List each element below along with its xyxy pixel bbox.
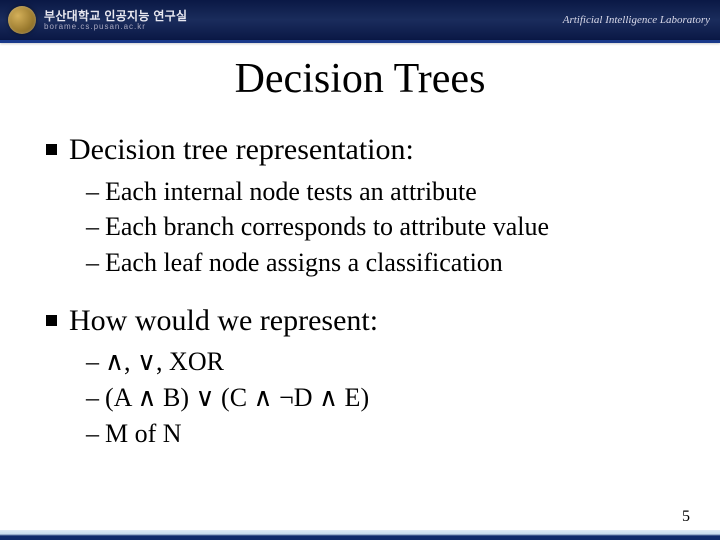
list-item: – Each internal node tests an attribute	[86, 175, 682, 209]
item-text: Each leaf node assigns a classification	[105, 246, 503, 280]
item-text: (A ∧ B) ∨ (C ∧ ¬D ∧ E)	[105, 381, 369, 415]
list-item: – M of N	[86, 417, 682, 451]
bullet-square-icon	[46, 144, 57, 155]
slide-header: 부산대학교 인공지능 연구실 borame.cs.pusan.ac.kr Art…	[0, 0, 720, 40]
dash-icon: –	[86, 210, 99, 244]
university-logo-icon	[8, 6, 36, 34]
section-2-text: How would we represent:	[69, 302, 378, 340]
dash-icon: –	[86, 345, 99, 379]
footer-band	[0, 530, 720, 540]
header-text-block: 부산대학교 인공지능 연구실 borame.cs.pusan.ac.kr	[44, 10, 187, 31]
page-number: 5	[682, 508, 690, 526]
item-text: Each internal node tests an attribute	[105, 175, 477, 209]
section-1-items: – Each internal node tests an attribute …	[86, 175, 682, 280]
section-heading-1: Decision tree representation:	[46, 131, 682, 169]
dash-icon: –	[86, 175, 99, 209]
org-name-kr: 부산대학교 인공지능 연구실	[44, 10, 187, 22]
list-item: – ∧, ∨, XOR	[86, 345, 682, 379]
lab-name-en: Artificial Intelligence Laboratory	[563, 14, 710, 26]
list-item: – (A ∧ B) ∨ (C ∧ ¬D ∧ E)	[86, 381, 682, 415]
dash-icon: –	[86, 246, 99, 280]
section-1-text: Decision tree representation:	[69, 131, 414, 169]
bullet-square-icon	[46, 315, 57, 326]
dash-icon: –	[86, 381, 99, 415]
slide-title: Decision Trees	[38, 55, 682, 103]
dash-icon: –	[86, 417, 99, 451]
item-text: Each branch corresponds to attribute val…	[105, 210, 549, 244]
slide-content: Decision Trees Decision tree representat…	[0, 43, 720, 451]
list-item: – Each branch corresponds to attribute v…	[86, 210, 682, 244]
item-text: ∧, ∨, XOR	[105, 345, 224, 379]
header-left: 부산대학교 인공지능 연구실 borame.cs.pusan.ac.kr	[8, 6, 187, 34]
section-heading-2: How would we represent:	[46, 302, 682, 340]
item-text: M of N	[105, 417, 182, 451]
list-item: – Each leaf node assigns a classificatio…	[86, 246, 682, 280]
section-2-items: – ∧, ∨, XOR – (A ∧ B) ∨ (C ∧ ¬D ∧ E) – M…	[86, 345, 682, 450]
org-url: borame.cs.pusan.ac.kr	[44, 23, 187, 31]
